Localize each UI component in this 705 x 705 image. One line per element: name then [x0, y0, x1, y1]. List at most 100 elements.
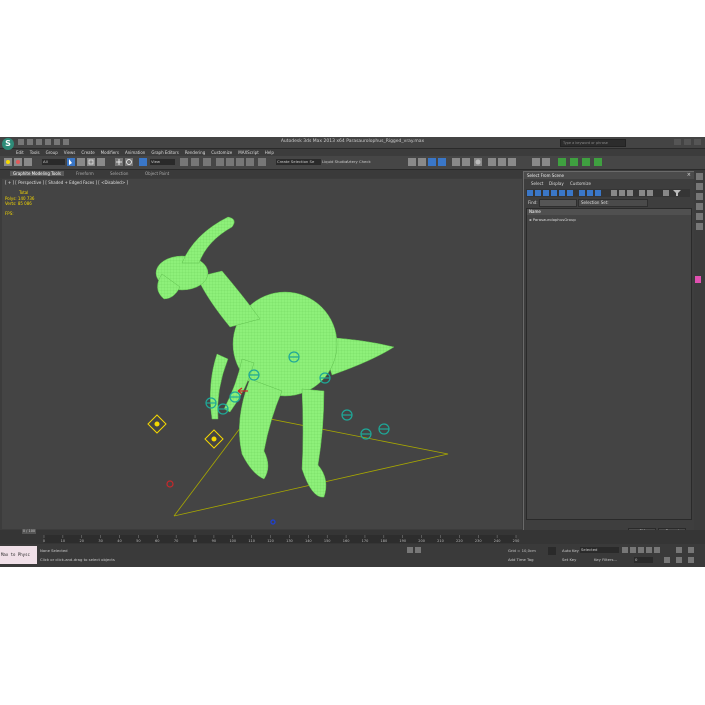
spinner-snap-icon[interactable]	[246, 158, 254, 166]
render-setup-icon[interactable]	[488, 158, 496, 166]
dialog-menu-customize[interactable]: Customize	[570, 181, 591, 186]
schematic-view-icon[interactable]	[462, 158, 470, 166]
column-name[interactable]: Name	[529, 209, 541, 214]
filter-xrefs-icon[interactable]	[587, 190, 593, 196]
filter-spacewarps-icon[interactable]	[567, 190, 573, 196]
display-children-icon[interactable]	[647, 190, 653, 196]
menu-create[interactable]: Create	[81, 150, 94, 155]
menu-edit[interactable]: Edit	[16, 150, 24, 155]
liquid-studio-label[interactable]: Liquid Studio	[322, 159, 347, 165]
menu-modifiers[interactable]: Modifiers	[101, 150, 119, 155]
menu-graph-editors[interactable]: Graph Editors	[151, 150, 178, 155]
select-manipulate-icon[interactable]	[191, 158, 199, 166]
filter-shapes-icon[interactable]	[535, 190, 541, 196]
search-input[interactable]: Type a keyword or phrase	[560, 139, 626, 147]
orbit-icon[interactable]	[688, 557, 694, 563]
lock-selection-icon[interactable]	[407, 547, 413, 553]
close-button[interactable]	[694, 139, 701, 145]
menu-group[interactable]: Group	[46, 150, 58, 155]
pivot-icon[interactable]	[180, 158, 188, 166]
curve-editor-icon[interactable]	[452, 158, 460, 166]
play-icon[interactable]	[638, 547, 644, 553]
find-input[interactable]	[539, 199, 577, 207]
list-item[interactable]: ▪ ParasaurolophusGroup	[529, 217, 576, 222]
motion-panel-icon[interactable]	[696, 203, 703, 210]
absolute-mode-icon[interactable]	[415, 547, 421, 553]
rotate-icon[interactable]	[125, 158, 133, 166]
window-crossing-icon[interactable]	[97, 158, 105, 166]
select-all-icon[interactable]	[611, 190, 617, 196]
tab-graphite-modeling-tools[interactable]: Graphite Modeling Tools	[10, 171, 65, 176]
sort-icon[interactable]	[639, 190, 645, 196]
go-to-end-icon[interactable]	[654, 547, 660, 553]
bind-spacewarp-icon[interactable]	[24, 158, 32, 166]
modify-panel-icon[interactable]	[696, 183, 703, 190]
rectangular-selection-icon[interactable]	[87, 158, 95, 166]
pan-icon[interactable]	[688, 547, 694, 553]
vray-frame-buffer-icon[interactable]	[542, 158, 550, 166]
parasaurolophus-mesh[interactable]	[155, 216, 395, 498]
maximize-button[interactable]	[684, 139, 691, 145]
create-panel-icon[interactable]	[696, 173, 703, 180]
graphite-tools-icon[interactable]	[438, 158, 446, 166]
menu-views[interactable]: Views	[64, 150, 76, 155]
edit-named-selection-icon[interactable]	[258, 158, 266, 166]
rig-controls-blue[interactable]	[216, 519, 332, 529]
scene-object-list[interactable]: Name ▪ ParasaurolophusGroup	[526, 208, 692, 520]
plugin-tool-icon-4[interactable]	[594, 158, 602, 166]
selection-filter-dropdown[interactable]: All	[42, 159, 65, 165]
plugin-tool-icon-3[interactable]	[582, 158, 590, 166]
artery-check-label[interactable]: Artery Check	[346, 159, 371, 165]
dialog-menu-display[interactable]: Display	[549, 181, 564, 186]
keyboard-shortcut-icon[interactable]	[203, 158, 211, 166]
filter-groups-icon[interactable]	[579, 190, 585, 196]
snaps-toggle-icon[interactable]	[216, 158, 224, 166]
named-selection-dropdown[interactable]: Create Selection Se	[276, 159, 321, 165]
display-panel-icon[interactable]	[696, 213, 703, 220]
angle-snap-icon[interactable]	[226, 158, 234, 166]
menu-maxscript[interactable]: MAXScript	[238, 150, 259, 155]
list-header[interactable]: Name	[527, 209, 691, 215]
filter-cameras-icon[interactable]	[551, 190, 557, 196]
filter-helpers-icon[interactable]	[559, 190, 565, 196]
minimize-button[interactable]	[674, 139, 681, 145]
tab-object-paint[interactable]: Object Paint	[145, 171, 169, 176]
mirror-icon[interactable]	[408, 158, 416, 166]
select-by-name-icon[interactable]	[77, 158, 85, 166]
previous-frame-icon[interactable]	[630, 547, 636, 553]
menu-rendering[interactable]: Rendering	[185, 150, 205, 155]
move-icon[interactable]	[115, 158, 123, 166]
rendered-frame-icon[interactable]	[498, 158, 506, 166]
select-none-icon[interactable]	[619, 190, 625, 196]
menu-animation[interactable]: Animation	[125, 150, 145, 155]
render-production-icon[interactable]	[508, 158, 516, 166]
reference-coordinate-dropdown[interactable]: View	[150, 159, 175, 165]
rig-controls-red[interactable]	[166, 387, 298, 529]
vray-icon[interactable]	[532, 158, 540, 166]
hierarchy-panel-icon[interactable]	[696, 193, 703, 200]
timeline[interactable]: 0 / 100 0 10 20 30 40 50 60 70 80 90 100 110 120 130 1…	[0, 529, 705, 544]
filter-lights-icon[interactable]	[543, 190, 549, 196]
filter-geometry-icon[interactable]	[527, 190, 533, 196]
link-icon[interactable]	[4, 158, 12, 166]
color-swatch[interactable]	[695, 276, 701, 283]
zoom-icon[interactable]	[676, 547, 682, 553]
menu-tools[interactable]: Tools	[30, 150, 40, 155]
unlink-icon[interactable]	[14, 158, 22, 166]
layer-manager-icon[interactable]	[428, 158, 436, 166]
menu-customize[interactable]: Customize	[211, 150, 232, 155]
perspective-viewport[interactable]: [ + ] [ Perspective ] [ Shaded + Edged F…	[2, 179, 522, 529]
go-to-start-icon[interactable]	[622, 547, 628, 553]
plugin-tool-icon-2[interactable]	[570, 158, 578, 166]
next-frame-icon[interactable]	[646, 547, 652, 553]
time-config-icon[interactable]	[664, 557, 670, 563]
rig-controls-head-yellow[interactable]	[147, 414, 224, 449]
align-icon[interactable]	[418, 158, 426, 166]
close-icon[interactable]: ×	[687, 172, 691, 178]
tab-selection[interactable]: Selection	[110, 171, 128, 176]
menu-help[interactable]: Help	[265, 150, 274, 155]
material-editor-icon[interactable]	[474, 158, 482, 166]
plugin-tool-icon-1[interactable]	[558, 158, 566, 166]
maximize-viewport-icon[interactable]	[676, 557, 682, 563]
key-icon[interactable]	[548, 547, 556, 555]
